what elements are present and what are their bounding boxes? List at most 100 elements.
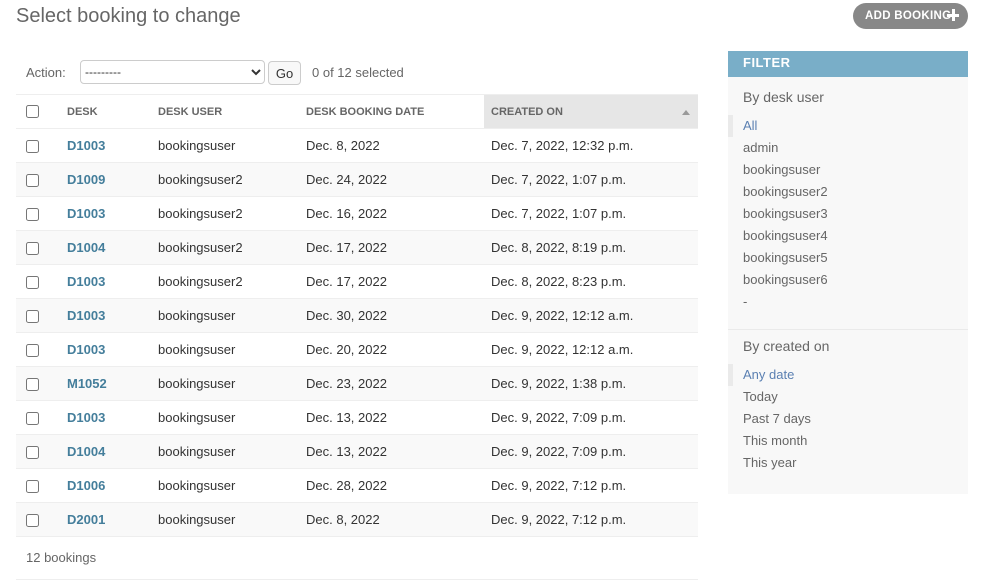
row-checkbox[interactable] [26,344,39,358]
go-button[interactable]: Go [268,61,301,85]
filter-option[interactable]: bookingsuser5 [728,247,968,269]
filter-option[interactable]: All [728,115,968,137]
actions-bar: Action: --------- Go 0 of 12 selected [16,59,698,87]
row-checkbox-cell [16,264,60,299]
desk-link[interactable]: D1003 [67,274,105,289]
created-on-cell: Dec. 9, 2022, 12:12 a.m. [484,332,698,367]
desk-cell: D1006 [60,468,151,503]
plus-icon [947,9,959,21]
desk-user-value: bookingsuser [158,410,236,425]
created-on-value: Dec. 8, 2022, 8:23 p.m. [491,274,627,289]
desk-link[interactable]: D1003 [67,308,105,323]
desk-user-cell: bookingsuser [151,468,299,503]
page-title: Select booking to change [16,5,241,27]
table-row: D2001 bookingsuser Dec. 8, 2022 Dec. 9, 202… [16,502,698,537]
row-checkbox[interactable] [26,446,39,460]
desk-link[interactable]: D1006 [67,478,105,493]
desk-link[interactable]: D1004 [67,444,105,459]
desk-link[interactable]: D1009 [67,172,105,187]
desk-user-value: bookingsuser2 [158,274,243,289]
filter-group-title-created-on: By created on [743,338,830,354]
filter-option[interactable]: This year [728,452,968,474]
column-header-created-on[interactable]: CREATED ON [484,94,698,129]
desk-link[interactable]: D1004 [67,240,105,255]
row-checkbox[interactable] [26,242,39,256]
filter-option[interactable]: Today [728,386,968,408]
row-checkbox-cell [16,162,60,197]
sort-ascending-icon[interactable] [682,110,690,115]
filter-option[interactable]: bookingsuser6 [728,269,968,291]
column-header-created-on-label: CREATED ON [491,105,563,118]
row-checkbox[interactable] [26,276,39,290]
row-checkbox[interactable] [26,310,39,324]
desk-cell: D1003 [60,196,151,231]
select-all-checkbox[interactable] [26,105,39,118]
desk-link[interactable]: D1003 [67,410,105,425]
row-checkbox[interactable] [26,412,39,426]
booking-date-value: Dec. 30, 2022 [306,308,387,323]
desk-user-cell: bookingsuser [151,434,299,469]
booking-date-cell: Dec. 24, 2022 [299,162,484,197]
filter-option[interactable]: Past 7 days [728,408,968,430]
column-header-desk-user[interactable]: DESK USER [151,94,299,129]
result-count: 12 bookings [26,550,97,565]
filter-option[interactable]: bookingsuser2 [728,181,968,203]
selection-counter: 0 of 12 selected [312,65,404,80]
action-select[interactable]: --------- [80,60,265,84]
row-checkbox[interactable] [26,378,39,392]
created-on-value: Dec. 9, 2022, 12:12 a.m. [491,308,634,323]
desk-link[interactable]: M1052 [67,376,107,391]
desk-link[interactable]: D1003 [67,206,105,221]
row-checkbox[interactable] [26,174,39,188]
row-checkbox[interactable] [26,480,39,494]
desk-link[interactable]: D1003 [67,342,105,357]
filter-option[interactable]: admin [728,137,968,159]
row-checkbox[interactable] [26,140,39,154]
add-booking-label: ADD BOOKING [865,10,952,22]
created-on-value: Dec. 9, 2022, 7:12 p.m. [491,478,627,493]
created-on-cell: Dec. 9, 2022, 1:38 p.m. [484,366,698,401]
desk-cell: D1009 [60,162,151,197]
created-on-cell: Dec. 7, 2022, 1:07 p.m. [484,196,698,231]
desk-user-cell: bookingsuser [151,128,299,163]
desk-user-value: bookingsuser2 [158,172,243,187]
created-on-value: Dec. 7, 2022, 1:07 p.m. [491,206,627,221]
add-booking-button[interactable]: ADD BOOKING [853,3,968,29]
filter-option[interactable]: bookingsuser3 [728,203,968,225]
created-on-value: Dec. 8, 2022, 8:19 p.m. [491,240,627,255]
row-checkbox-cell [16,468,60,503]
desk-cell: D1003 [60,298,151,333]
row-checkbox[interactable] [26,514,39,528]
desk-link[interactable]: D2001 [67,512,105,527]
booking-date-cell: Dec. 13, 2022 [299,400,484,435]
desk-user-value: bookingsuser2 [158,206,243,221]
results-table: DESK DESK USER DESK BOOKING DATE CREATED… [16,94,698,537]
filter-header: FILTER [728,51,968,77]
created-on-cell: Dec. 9, 2022, 12:12 a.m. [484,298,698,333]
desk-cell: D1003 [60,264,151,299]
booking-date-cell: Dec. 28, 2022 [299,468,484,503]
column-header-desk[interactable]: DESK [60,94,151,129]
created-on-cell: Dec. 9, 2022, 7:12 p.m. [484,468,698,503]
booking-date-cell: Dec. 8, 2022 [299,502,484,537]
row-checkbox-cell [16,298,60,333]
filter-option[interactable]: This month [728,430,968,452]
filter-option[interactable]: bookingsuser4 [728,225,968,247]
desk-link[interactable]: D1003 [67,138,105,153]
filter-divider [728,329,968,330]
row-checkbox[interactable] [26,208,39,222]
desk-cell: D1004 [60,230,151,265]
created-on-cell: Dec. 9, 2022, 7:12 p.m. [484,502,698,537]
row-checkbox-cell [16,196,60,231]
booking-date-value: Dec. 20, 2022 [306,342,387,357]
table-row: M1052 bookingsuser Dec. 23, 2022 Dec. 9, 20… [16,366,698,401]
created-on-value: Dec. 9, 2022, 7:09 p.m. [491,410,627,425]
booking-date-cell: Dec. 13, 2022 [299,434,484,469]
desk-cell: D1003 [60,332,151,367]
filter-option[interactable]: bookingsuser [728,159,968,181]
table-header-row: DESK DESK USER DESK BOOKING DATE CREATED… [16,94,698,129]
table-row: D1003 bookingsuser Dec. 20, 2022 Dec. 9, 20… [16,332,698,367]
filter-option[interactable]: - [728,291,968,313]
filter-option[interactable]: Any date [728,364,968,386]
column-header-desk-booking-date[interactable]: DESK BOOKING DATE [299,94,484,129]
